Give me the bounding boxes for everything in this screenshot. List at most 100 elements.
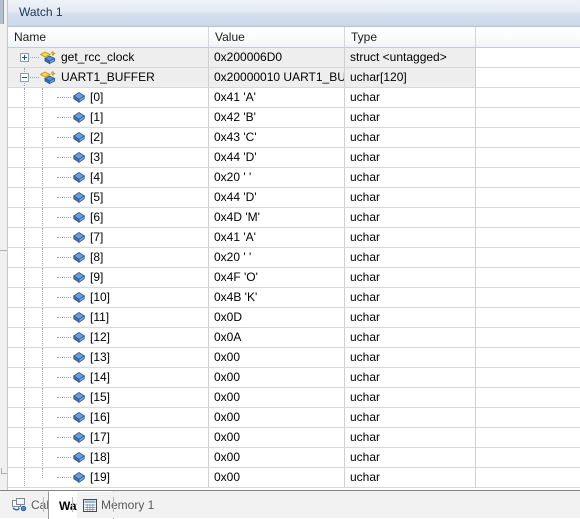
variable-item-icon — [73, 352, 85, 363]
cell-name[interactable]: [16] — [8, 408, 209, 427]
variable-item-icon — [73, 112, 85, 123]
cell-name[interactable]: [14] — [8, 368, 209, 387]
cell-value[interactable]: 0x42 'B' — [209, 108, 345, 127]
variable-name-label: [8] — [90, 250, 104, 264]
cell-name[interactable]: [3] — [8, 148, 209, 167]
cell-value[interactable]: 0x200006D0 — [209, 48, 345, 67]
left-gutter — [0, 0, 8, 490]
variable-item-icon — [73, 472, 85, 483]
table-row[interactable]: [14] 0x00 uchar — [8, 368, 580, 388]
cell-value[interactable]: 0x00 — [209, 388, 345, 407]
variable-name-label: [2] — [90, 130, 104, 144]
table-row[interactable]: [7] 0x41 'A' uchar — [8, 228, 580, 248]
cell-name[interactable]: [4] — [8, 168, 209, 187]
tree-connector — [57, 416, 71, 419]
cell-name[interactable]: [15] — [8, 388, 209, 407]
cell-blank — [476, 448, 580, 467]
cell-name[interactable]: [10] — [8, 288, 209, 307]
cell-blank — [476, 468, 580, 487]
cell-value[interactable]: 0x00 — [209, 468, 345, 487]
cell-value[interactable]: 0x00 — [209, 428, 345, 447]
table-row[interactable]: [2] 0x43 'C' uchar — [8, 128, 580, 148]
variable-item-icon — [73, 192, 85, 203]
table-row[interactable]: [4] 0x20 ' ' uchar — [8, 168, 580, 188]
cell-value[interactable]: 0x44 'D' — [209, 148, 345, 167]
variable-name-label: [9] — [90, 270, 104, 284]
table-row[interactable]: [3] 0x44 'D' uchar — [8, 148, 580, 168]
cell-name[interactable]: [13] — [8, 348, 209, 367]
table-row[interactable]: [10] 0x4B 'K' uchar — [8, 288, 580, 308]
cell-value[interactable]: 0x41 'A' — [209, 88, 345, 107]
cell-name[interactable]: [19] — [8, 468, 209, 487]
cell-value[interactable]: 0x20 ' ' — [209, 168, 345, 187]
table-row[interactable]: [12] 0x0A uchar — [8, 328, 580, 348]
variable-item-icon — [73, 132, 85, 143]
cell-value[interactable]: 0x00 — [209, 368, 345, 387]
collapse-node-icon[interactable] — [20, 73, 29, 82]
table-row[interactable]: [9] 0x4F 'O' uchar — [8, 268, 580, 288]
cell-blank — [476, 268, 580, 287]
table-row[interactable]: [1] 0x42 'B' uchar — [8, 108, 580, 128]
table-row[interactable]: [16] 0x00 uchar — [8, 408, 580, 428]
table-row[interactable]: [15] 0x00 uchar — [8, 388, 580, 408]
cell-value[interactable]: 0x00 — [209, 448, 345, 467]
cell-value[interactable]: 0x00 — [209, 408, 345, 427]
table-row[interactable]: [19] 0x00 uchar — [8, 468, 580, 488]
table-row[interactable]: [11] 0x0D uchar — [8, 308, 580, 328]
variable-item-icon — [73, 172, 85, 183]
watch-variable-grid[interactable]: get_rcc_clock 0x200006D0 struct <untagged>… — [8, 48, 580, 490]
variable-item-icon — [73, 212, 85, 223]
left-gutter-resize-handle[interactable] — [1, 468, 7, 474]
table-row[interactable]: get_rcc_clock 0x200006D0 struct <untagged> — [8, 48, 580, 68]
table-row[interactable]: [0] 0x41 'A' uchar — [8, 88, 580, 108]
table-row[interactable]: [17] 0x00 uchar — [8, 428, 580, 448]
cell-name[interactable]: get_rcc_clock — [8, 48, 209, 67]
table-row[interactable]: [6] 0x4D 'M' uchar — [8, 208, 580, 228]
cell-value[interactable]: 0x41 'A' — [209, 228, 345, 247]
cell-value[interactable]: 0x43 'C' — [209, 128, 345, 147]
column-header-blank[interactable] — [476, 27, 580, 47]
window-title: Watch 1 — [19, 5, 63, 19]
cell-type: uchar — [345, 308, 476, 327]
table-row[interactable]: [8] 0x20 ' ' uchar — [8, 248, 580, 268]
cell-value[interactable]: 0x44 'D' — [209, 188, 345, 207]
cell-name[interactable]: [18] — [8, 448, 209, 467]
table-row[interactable]: [5] 0x44 'D' uchar — [8, 188, 580, 208]
variable-item-icon — [73, 252, 85, 263]
variable-item-icon — [73, 152, 85, 163]
table-row[interactable]: [18] 0x00 uchar — [8, 448, 580, 468]
cell-value[interactable]: 0x0D — [209, 308, 345, 327]
variable-item-icon — [73, 272, 85, 283]
cell-name[interactable]: [8] — [8, 248, 209, 267]
variable-name-label: [14] — [90, 370, 111, 384]
cell-name[interactable]: [0] — [8, 88, 209, 107]
cell-value[interactable]: 0x20000010 UART1_BU... — [209, 68, 345, 87]
cell-name[interactable]: [2] — [8, 128, 209, 147]
cell-value[interactable]: 0x00 — [209, 348, 345, 367]
tree-connector — [57, 216, 71, 219]
cell-name[interactable]: [1] — [8, 108, 209, 127]
table-row[interactable]: UART1_BUFFER 0x20000010 UART1_BU... uchar[… — [8, 68, 580, 88]
variable-item-icon — [73, 372, 85, 383]
cell-value[interactable]: 0x4D 'M' — [209, 208, 345, 227]
cell-value[interactable]: 0x4F 'O' — [209, 268, 345, 287]
variable-name-label: [3] — [90, 150, 104, 164]
cell-name[interactable]: [12] — [8, 328, 209, 347]
table-row[interactable]: [13] 0x00 uchar — [8, 348, 580, 368]
cell-value[interactable]: 0x0A — [209, 328, 345, 347]
cell-name[interactable]: [11] — [8, 308, 209, 327]
cell-name[interactable]: [9] — [8, 268, 209, 287]
variable-item-icon — [73, 92, 85, 103]
expand-node-icon[interactable] — [20, 53, 29, 62]
cell-value[interactable]: 0x20 ' ' — [209, 248, 345, 267]
cell-name[interactable]: [7] — [8, 228, 209, 247]
tab-memory-1[interactable]: Memory 1 — [77, 492, 163, 518]
column-header-value[interactable]: Value — [209, 27, 345, 47]
cell-value[interactable]: 0x4B 'K' — [209, 288, 345, 307]
cell-name[interactable]: [6] — [8, 208, 209, 227]
cell-name[interactable]: [17] — [8, 428, 209, 447]
cell-name[interactable]: [5] — [8, 188, 209, 207]
cell-name[interactable]: UART1_BUFFER — [8, 68, 209, 87]
column-header-type[interactable]: Type — [345, 27, 476, 47]
column-header-name[interactable]: Name — [8, 27, 209, 47]
